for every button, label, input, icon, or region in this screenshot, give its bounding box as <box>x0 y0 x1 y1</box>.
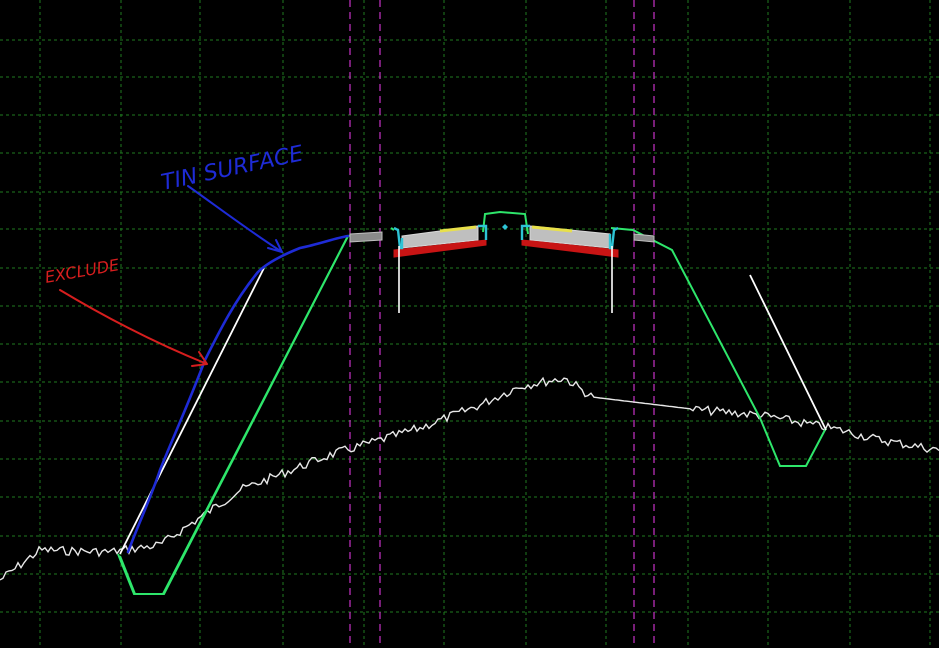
grid <box>0 0 939 648</box>
tin-surface-arrow <box>187 185 283 253</box>
existing-ground-line <box>0 376 939 581</box>
cross-section-drawing: TIN SURFACE EXCLUDE <box>0 0 939 648</box>
guide-lines <box>349 0 655 648</box>
left-curb <box>393 226 404 250</box>
exclude-boundary-left <box>119 267 265 555</box>
crown-point-marker <box>502 224 508 230</box>
cad-viewport[interactable]: TIN SURFACE EXCLUDE <box>0 0 939 648</box>
right-daylight-template <box>610 227 827 467</box>
left-daylight-template <box>117 235 349 595</box>
left-embankment-edge <box>119 235 349 595</box>
exclude-boundary-right <box>749 274 827 431</box>
exclude-label: EXCLUDE <box>43 255 121 287</box>
exclude-arrow <box>59 289 208 367</box>
left-shoulder <box>349 231 383 243</box>
left-curb-crown <box>478 224 488 240</box>
tin-surface-line <box>126 234 350 554</box>
right-shoulder <box>633 233 655 243</box>
tin-surface-label: TIN SURFACE <box>159 141 306 195</box>
right-curb-edge <box>608 226 619 250</box>
